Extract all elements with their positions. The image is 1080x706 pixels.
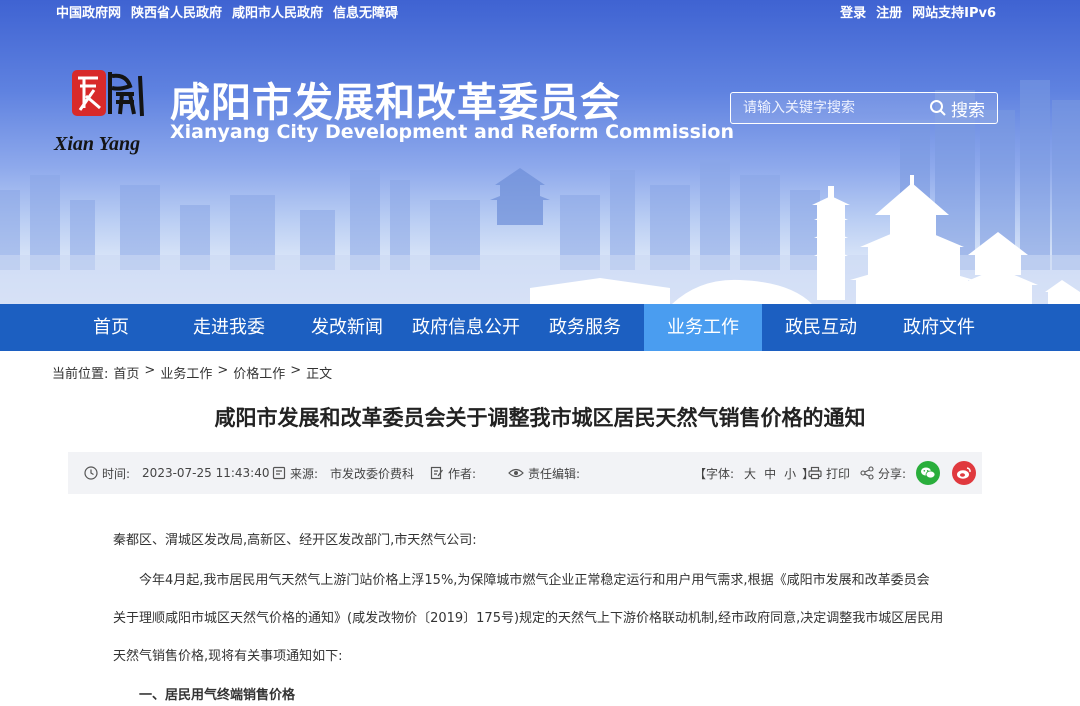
article-title: 咸阳市发展和改革委员会关于调整我市城区居民天然气销售价格的通知 (214, 406, 866, 430)
top-link-accessibility[interactable]: 信息无障碍 (333, 2, 398, 21)
nav-services[interactable]: 政务服务 (526, 304, 644, 351)
xianyang-logo: Xian Yang (53, 70, 144, 155)
nav-documents[interactable]: 政府文件 (880, 304, 998, 351)
register-link[interactable]: 注册 (876, 2, 902, 21)
font-size-small[interactable]: 小 (784, 465, 796, 482)
search-icon (930, 100, 946, 116)
breadcrumb-business[interactable]: 业务工作 (160, 363, 212, 382)
top-link-shaanxi[interactable]: 陕西省人民政府 (131, 2, 222, 21)
top-links: 中国政府网 陕西省人民政府 咸阳市人民政府 信息无障碍 (56, 2, 398, 21)
header-banner: 中国政府网 陕西省人民政府 咸阳市人民政府 信息无障碍 登录 注册 网站支持IP… (0, 0, 1080, 304)
share-group: 分享: (860, 452, 977, 494)
article-meta-bar: 时间: 2023-07-25 11:43:40 来源: 市发改委价费科 作者: … (68, 452, 982, 494)
font-size-control: 【字体: 大 中 小 】 (694, 452, 814, 494)
search-button-label: 搜索 (951, 100, 985, 121)
paragraph-line-2: 关于理顺咸阳市城区天然气价格的通知》(咸发改物价〔2019〕175号)规定的天然… (113, 611, 944, 626)
search-button[interactable]: 搜索 (929, 96, 985, 121)
print-icon (808, 466, 822, 480)
meta-source: 来源: 市发改委价费科 (272, 452, 414, 494)
wechat-share-button[interactable] (916, 461, 941, 485)
breadcrumb-separator: > (144, 363, 156, 378)
paragraph-addressee: 秦都区、渭城区发改局,高新区、经开区发改部门,市天然气公司: (113, 533, 477, 548)
editor-label: 责任编辑: (528, 466, 581, 481)
nav-news[interactable]: 发改新闻 (288, 304, 406, 351)
clock-icon (84, 466, 98, 480)
login-link[interactable]: 登录 (840, 2, 866, 21)
user-links: 登录 注册 网站支持IPv6 (840, 2, 996, 21)
meta-author: 作者: (430, 452, 476, 494)
print-label: 打印 (826, 466, 851, 481)
breadcrumb-separator: > (217, 363, 229, 378)
source-label: 来源: (290, 466, 319, 481)
weibo-icon (957, 467, 971, 479)
breadcrumb-label: 当前位置: (52, 367, 109, 382)
source-icon (272, 466, 286, 480)
search-input[interactable] (731, 93, 921, 123)
weibo-share-button[interactable] (952, 461, 977, 485)
font-size-large[interactable]: 大 (744, 465, 756, 482)
author-label: 作者: (448, 466, 477, 481)
site-subtitle: Xianyang City Development and Reform Com… (170, 121, 734, 143)
main-nav: 首页 走进我委 发改新闻 政府信息公开 政务服务 业务工作 政民互动 政府文件 (0, 304, 1080, 351)
search-box: 搜索 (730, 92, 998, 124)
breadcrumb-separator: > (290, 363, 302, 378)
share-label: 分享: (878, 466, 907, 481)
logo-text: Xian Yang (53, 133, 140, 155)
section-heading-1: 一、居民用气终端销售价格 (139, 688, 296, 703)
nav-interaction[interactable]: 政民互动 (762, 304, 880, 351)
paragraph-line-1: 今年4月起,我市居民用气天然气上游门站价格上浮15%,为保障城市燃气企业正常稳定… (139, 573, 930, 588)
font-size-medium[interactable]: 中 (764, 465, 776, 482)
time-label: 时间: (102, 466, 131, 481)
ipv6-link[interactable]: 网站支持IPv6 (912, 2, 996, 21)
source-value: 市发改委价费科 (330, 466, 415, 481)
wechat-icon (921, 467, 936, 479)
edit-icon (430, 466, 443, 480)
breadcrumb-pricing[interactable]: 价格工作 (233, 363, 285, 382)
breadcrumb-home[interactable]: 首页 (113, 363, 139, 382)
breadcrumb-current: 正文 (306, 367, 333, 382)
font-size-label: 【字体: (694, 466, 735, 481)
meta-time: 时间: 2023-07-25 11:43:40 (84, 452, 270, 494)
print-button[interactable]: 打印 (808, 452, 850, 494)
nav-about[interactable]: 走进我委 (170, 304, 288, 351)
eye-icon (508, 468, 524, 478)
top-link-gov[interactable]: 中国政府网 (56, 2, 121, 21)
time-value: 2023-07-25 11:43:40 (142, 466, 270, 480)
breadcrumb: 当前位置: 首页 > 业务工作 > 价格工作 > 正文 (52, 363, 332, 382)
share-icon (860, 466, 874, 480)
paragraph-line-3: 天然气销售价格,现将有关事项通知如下: (113, 649, 343, 664)
nav-home[interactable]: 首页 (52, 304, 170, 351)
nav-business-active[interactable]: 业务工作 (644, 304, 762, 351)
site-title: 咸阳市发展和改革委员会 (170, 80, 621, 126)
nav-info-disclosure[interactable]: 政府信息公开 (406, 304, 526, 351)
meta-editor: 责任编辑: (508, 452, 580, 494)
top-link-xianyang[interactable]: 咸阳市人民政府 (232, 2, 323, 21)
